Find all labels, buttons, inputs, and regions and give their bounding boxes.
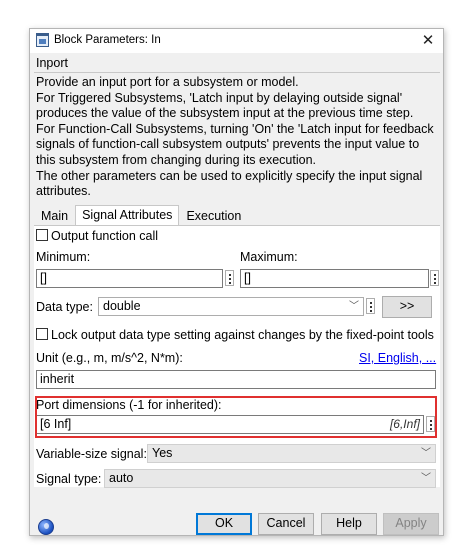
minimum-input[interactable]: [] [36, 269, 223, 288]
lock-output-label: Lock output data type setting against ch… [51, 328, 434, 342]
cancel-button[interactable]: Cancel [258, 513, 314, 535]
title-bar: Block Parameters: In ✕ [30, 29, 443, 53]
port-dimensions-hint: [6,Inf] [389, 417, 420, 431]
port-dimensions-label: Port dimensions (-1 for inherited): [36, 398, 222, 412]
output-function-call-row: Output function call [36, 229, 158, 243]
variable-size-value: Yes [152, 446, 173, 460]
chevron-down-icon: ﹀ [421, 473, 431, 484]
data-type-assistant-button[interactable]: >> [382, 296, 432, 318]
lock-output-row: Lock output data type setting against ch… [36, 328, 434, 342]
output-function-call-checkbox[interactable] [36, 229, 48, 241]
minimum-more-icon[interactable] [225, 270, 234, 286]
lock-output-checkbox[interactable] [36, 328, 48, 340]
data-type-select[interactable]: double ﹀ [98, 297, 364, 316]
data-type-value: double [103, 299, 141, 313]
variable-size-label: Variable-size signal: [36, 447, 147, 461]
maximum-label: Maximum: [240, 250, 298, 264]
chevron-down-icon: ﹀ [421, 448, 431, 459]
unit-label: Unit (e.g., m, m/s^2, N*m): [36, 351, 183, 365]
group-divider [34, 72, 440, 73]
maximum-input[interactable]: [] [240, 269, 429, 288]
maximum-more-icon[interactable] [430, 270, 439, 286]
output-function-call-label: Output function call [51, 229, 159, 243]
variable-size-select[interactable]: Yes ﹀ [147, 444, 436, 463]
tab-main[interactable]: Main [34, 206, 75, 226]
tab-execution[interactable]: Execution [179, 206, 248, 226]
minimum-label: Minimum: [36, 250, 91, 264]
signal-type-label: Signal type: [36, 472, 102, 486]
tab-bar: Main Signal Attributes Execution [34, 205, 248, 226]
help-icon[interactable] [38, 519, 54, 535]
tab-signal-attributes[interactable]: Signal Attributes [75, 205, 180, 226]
apply-button[interactable]: Apply [383, 513, 439, 535]
unit-input[interactable]: inherit [36, 370, 436, 389]
block-parameters-icon [36, 33, 49, 47]
block-description: Provide an input port for a subsystem or… [36, 75, 434, 199]
unit-system-link[interactable]: SI, English, ... [359, 351, 436, 365]
chevron-down-icon: ﹀ [349, 301, 359, 312]
port-dimensions-input[interactable]: [6 Inf] [6,Inf] [36, 415, 424, 434]
signal-type-select[interactable]: auto ﹀ [104, 469, 436, 488]
signal-type-value: auto [109, 471, 134, 485]
group-label: Inport [36, 56, 68, 70]
port-dimensions-more-icon[interactable] [426, 416, 435, 432]
data-type-label: Data type: [36, 300, 93, 314]
signal-attributes-panel: Output function call Minimum: Maximum: [… [34, 225, 440, 488]
block-parameters-dialog: Block Parameters: In ✕ Inport Provide an… [29, 28, 444, 536]
window-title: Block Parameters: In [54, 34, 161, 46]
help-button[interactable]: Help [321, 513, 377, 535]
close-icon[interactable]: ✕ [419, 32, 437, 50]
data-type-more-icon[interactable] [366, 298, 375, 314]
ok-button[interactable]: OK [196, 513, 252, 535]
port-dimensions-value: [6 Inf] [40, 417, 72, 431]
